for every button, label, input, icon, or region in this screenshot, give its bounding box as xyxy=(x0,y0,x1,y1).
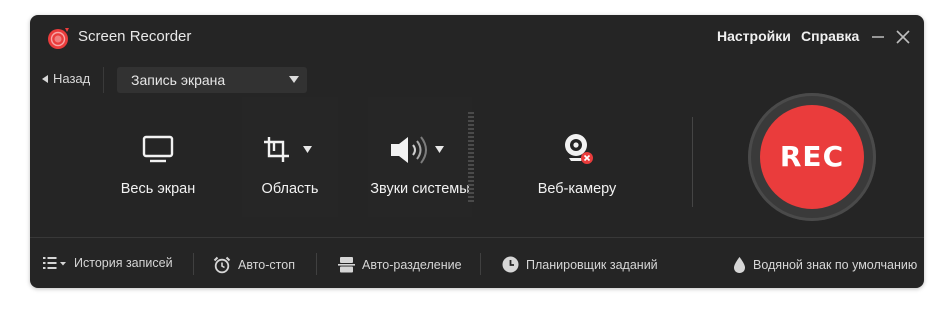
auto-stop-label: Авто-стоп xyxy=(238,258,295,272)
region-dropdown-icon[interactable] xyxy=(303,146,312,153)
tile-label: Звуки системы xyxy=(370,181,470,197)
help-link[interactable]: Справка xyxy=(801,28,859,44)
bottom-separator xyxy=(480,253,481,275)
auto-split-label: Авто-разделение xyxy=(362,257,462,272)
app-logo-icon xyxy=(48,28,69,49)
recording-mode-value: Запись экрана xyxy=(131,72,226,88)
title-bar: Screen Recorder Настройки Справка xyxy=(30,15,924,61)
auto-stop-button[interactable]: Авто-стоп xyxy=(213,256,295,274)
auto-split-button[interactable]: Авто-разделение xyxy=(338,256,462,273)
alarm-clock-icon xyxy=(213,256,231,274)
volume-meter[interactable] xyxy=(468,112,474,204)
back-arrow-icon xyxy=(42,74,48,83)
tile-region[interactable]: Область xyxy=(242,97,338,217)
rec-button[interactable]: REC xyxy=(760,105,864,209)
task-scheduler-label: Планировщик заданий xyxy=(526,257,658,272)
tile-label: Веб-камеру xyxy=(537,181,617,197)
task-scheduler-button[interactable]: Планировщик заданий xyxy=(502,256,658,273)
toolbar-divider xyxy=(103,67,104,93)
watermark-button[interactable]: Водяной знак по умолчанию xyxy=(733,256,917,274)
monitor-icon xyxy=(142,135,174,163)
app-title: Screen Recorder xyxy=(78,28,192,45)
tile-full-screen[interactable]: Весь экран xyxy=(108,97,208,217)
chevron-down-icon xyxy=(289,76,299,83)
back-label: Назад xyxy=(53,71,91,86)
speaker-icon xyxy=(391,136,427,164)
tile-label: Область xyxy=(261,181,319,197)
toolbar: Назад Запись экрана xyxy=(30,65,924,95)
split-icon xyxy=(338,257,355,273)
minimize-icon[interactable] xyxy=(869,28,887,46)
water-drop-icon xyxy=(734,257,745,273)
history-button[interactable]: История записей xyxy=(43,256,173,270)
tile-webcam[interactable]: Веб-камеру xyxy=(527,97,627,217)
tile-label: Весь экран xyxy=(120,181,196,197)
bottom-separator xyxy=(193,253,194,275)
watermark-label: Водяной знак по умолчанию xyxy=(753,258,918,272)
clock-icon xyxy=(502,256,519,273)
crop-icon xyxy=(264,137,289,162)
bottom-separator xyxy=(316,253,317,275)
webcam-icon xyxy=(565,134,593,164)
bottom-bar: История записей Авто-стоп Авто-разделени… xyxy=(30,238,924,288)
tile-system-sound[interactable]: Звуки системы xyxy=(368,97,472,217)
list-menu-icon xyxy=(43,257,66,269)
recording-mode-select[interactable]: Запись экрана xyxy=(117,67,307,93)
rec-divider xyxy=(692,117,693,207)
settings-link[interactable]: Настройки xyxy=(717,28,791,44)
recorder-window: Screen Recorder Настройки Справка Назад … xyxy=(30,15,924,288)
back-button[interactable]: Назад xyxy=(42,71,90,86)
sound-dropdown-icon[interactable] xyxy=(435,146,444,153)
history-label: История записей xyxy=(74,256,173,270)
close-icon[interactable] xyxy=(894,28,912,46)
